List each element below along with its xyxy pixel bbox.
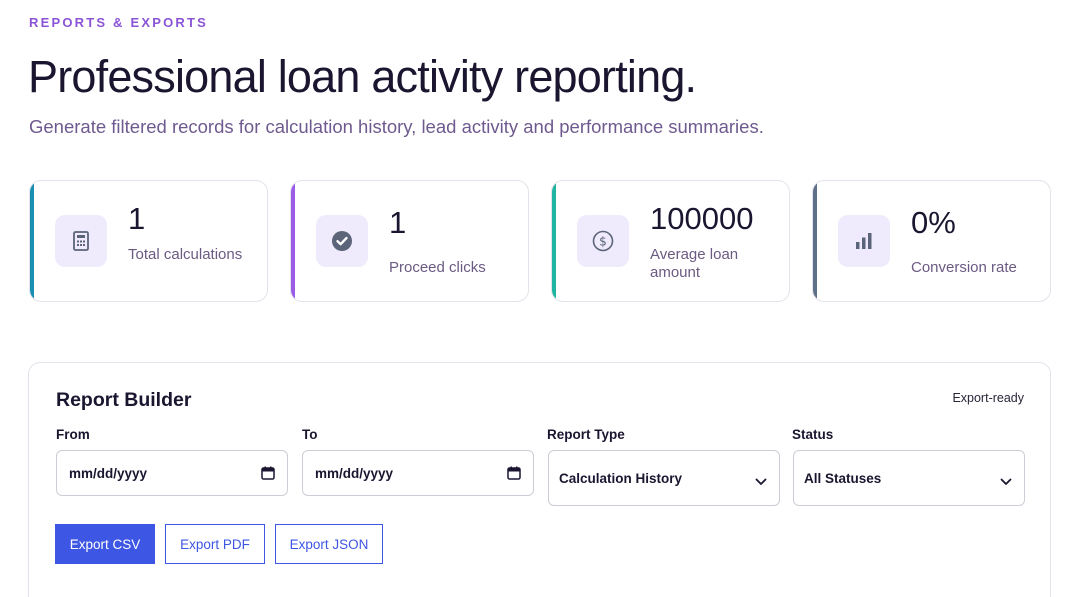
bar-chart-icon: [838, 215, 890, 267]
stat-card-accent: [552, 181, 556, 301]
stat-label: Proceed clicks: [389, 259, 486, 276]
eyebrow-label: REPORTS & EXPORTS: [29, 15, 208, 30]
stat-card-accent: [813, 181, 817, 301]
from-label: From: [56, 427, 90, 442]
chevron-down-icon: [1000, 474, 1012, 489]
from-date-input[interactable]: mm/dd/yyyy: [56, 450, 288, 496]
stat-label: Average loan amount: [650, 246, 739, 281]
dollar-circle-icon: $: [577, 215, 629, 267]
export-json-button[interactable]: Export JSON: [275, 524, 383, 564]
svg-text:$: $: [599, 235, 607, 249]
export-ready-tag: Export-ready: [952, 391, 1024, 405]
report-builder-title: Report Builder: [56, 389, 192, 411]
to-date-placeholder: mm/dd/yyyy: [315, 465, 394, 481]
calculator-icon: [55, 215, 107, 267]
stat-label: Total calculations: [128, 246, 243, 263]
from-date-placeholder: mm/dd/yyyy: [69, 465, 148, 481]
export-csv-button[interactable]: Export CSV: [55, 524, 155, 564]
page-subtitle: Generate filtered records for calculatio…: [29, 116, 764, 137]
status-value: All Statuses: [804, 470, 882, 486]
export-pdf-button[interactable]: Export PDF: [165, 524, 265, 564]
calendar-icon[interactable]: [261, 466, 275, 483]
chevron-down-icon: [755, 474, 767, 489]
stat-value: 0%: [911, 205, 956, 240]
stat-value: 1: [389, 205, 407, 240]
stat-card-accent: [30, 181, 34, 301]
report-type-label: Report Type: [547, 427, 625, 442]
to-date-input[interactable]: mm/dd/yyyy: [302, 450, 534, 496]
report-builder-panel: Report Builder Export-ready From mm/dd/y…: [28, 362, 1051, 597]
stat-card-average-loan-amount: $ 100000 Average loan amount: [551, 180, 790, 302]
stat-card-conversion-rate: 0% Conversion rate: [812, 180, 1051, 302]
stat-value: 1: [128, 201, 146, 236]
status-select[interactable]: All Statuses: [793, 450, 1025, 506]
status-label: Status: [792, 427, 834, 442]
report-type-value: Calculation History: [559, 470, 683, 486]
stat-card-total-calculations: 1 Total calculations: [29, 180, 268, 302]
to-label: To: [302, 427, 318, 442]
calendar-icon[interactable]: [507, 466, 521, 483]
stat-card-accent: [291, 181, 295, 301]
report-type-select[interactable]: Calculation History: [548, 450, 780, 506]
check-circle-icon: [316, 215, 368, 267]
stat-label: Conversion rate: [911, 259, 1017, 276]
page-title: Professional loan activity reporting.: [28, 51, 697, 102]
stat-card-proceed-clicks: 1 Proceed clicks: [290, 180, 529, 302]
stat-value: 100000: [650, 201, 754, 236]
